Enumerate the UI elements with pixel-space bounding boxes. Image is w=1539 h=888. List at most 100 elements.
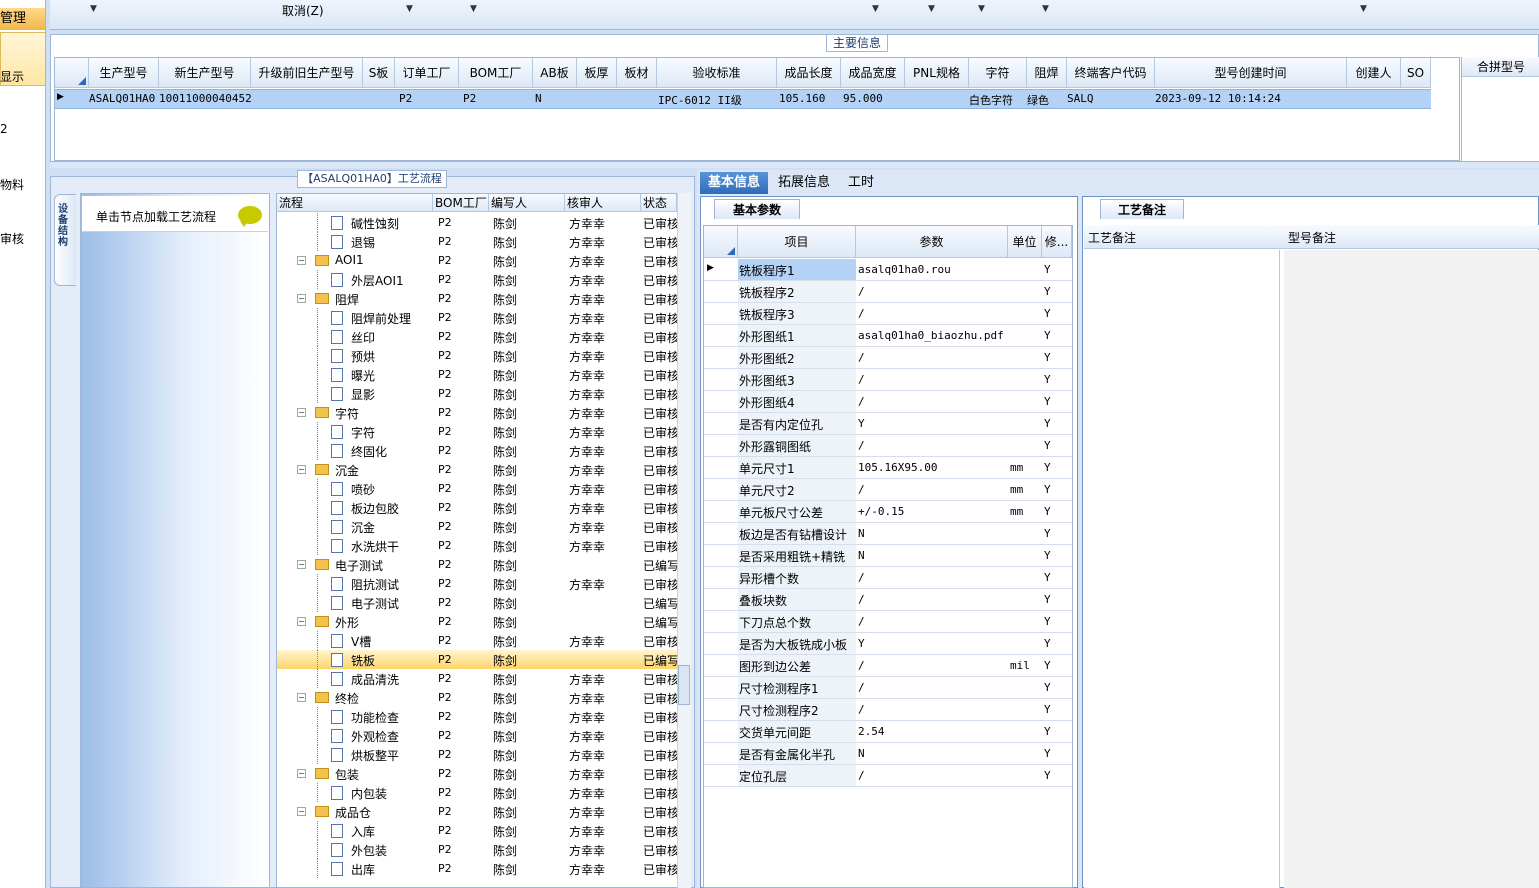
param-row[interactable]: 板边是否有钻槽设计 N Y <box>704 523 1072 545</box>
column-header[interactable]: BOM工厂 <box>459 58 533 88</box>
column-header[interactable]: 创建人 <box>1347 58 1401 88</box>
tree-row[interactable]: 喷砂 P2 陈剑 方幸幸 已审核 <box>277 479 677 498</box>
param-row[interactable]: 铣板程序2 / Y <box>704 281 1072 303</box>
param-modifiable[interactable]: Y <box>1044 571 1051 584</box>
param-modifiable[interactable]: Y <box>1044 505 1051 518</box>
param-row[interactable]: 是否有金属化半孔 N Y <box>704 743 1072 765</box>
tab-extended-info[interactable]: 拓展信息 <box>770 172 838 194</box>
param-modifiable[interactable]: Y <box>1044 615 1051 628</box>
param-modifiable[interactable]: Y <box>1044 461 1051 474</box>
tree-row[interactable]: − 字符 P2 陈剑 方幸幸 已审核 <box>277 403 677 422</box>
left-nav-item[interactable]: 物料 <box>0 176 24 193</box>
param-unit[interactable]: mm <box>1010 483 1023 496</box>
collapse-icon[interactable]: − <box>297 256 306 265</box>
cell[interactable]: SALQ <box>1067 92 1094 105</box>
tree-row[interactable]: 入库 P2 陈剑 方幸幸 已审核 <box>277 821 677 840</box>
param-row[interactable]: ▶ 铣板程序1 asalq01ha0.rou Y <box>704 259 1072 281</box>
param-modifiable[interactable]: Y <box>1044 439 1051 452</box>
cell[interactable]: P2 <box>463 92 476 105</box>
param-unit[interactable]: mil <box>1010 659 1030 672</box>
param-row[interactable]: 外形图纸4 / Y <box>704 391 1072 413</box>
cell[interactable]: P2 <box>399 92 412 105</box>
tree-row[interactable]: 外层AOI1 P2 陈剑 方幸幸 已审核 <box>277 270 677 289</box>
column-header[interactable]: 修... <box>1042 226 1072 258</box>
tree-row[interactable]: 电子测试 P2 陈剑 已编写 <box>277 593 677 612</box>
param-value[interactable]: N <box>858 527 865 540</box>
param-value[interactable]: N <box>858 747 865 760</box>
dropdown-arrow-icon[interactable]: ▼ <box>90 4 97 14</box>
tree-row[interactable]: − 终检 P2 陈剑 方幸幸 已审核 <box>277 688 677 707</box>
param-row[interactable]: 铣板程序3 / Y <box>704 303 1072 325</box>
param-row[interactable]: 定位孔层 / Y <box>704 765 1072 787</box>
tree-row[interactable]: 丝印 P2 陈剑 方幸幸 已审核 <box>277 327 677 346</box>
collapse-icon[interactable]: − <box>297 294 306 303</box>
column-header[interactable]: 阻焊 <box>1027 58 1067 88</box>
param-value[interactable]: / <box>858 395 865 408</box>
tree-row[interactable]: 功能检查 P2 陈剑 方幸幸 已审核 <box>277 707 677 726</box>
param-value[interactable]: asalq01ha0.rou <box>858 263 951 276</box>
param-row[interactable]: 图形到边公差 / mil Y <box>704 655 1072 677</box>
dropdown-arrow-icon[interactable]: ▼ <box>928 4 935 14</box>
column-header[interactable]: AB板 <box>533 58 577 88</box>
tree-scrollbar[interactable] <box>677 193 691 888</box>
collapse-icon[interactable]: − <box>297 807 306 816</box>
column-header[interactable]: 成品长度 <box>777 58 841 88</box>
column-header[interactable]: 板厚 <box>577 58 617 88</box>
column-header[interactable]: 板材 <box>617 58 657 88</box>
column-header[interactable]: 订单工厂 <box>395 58 459 88</box>
dropdown-arrow-icon[interactable]: ▼ <box>978 4 985 14</box>
param-modifiable[interactable]: Y <box>1044 373 1051 386</box>
left-nav-item[interactable]: 审核 <box>0 230 24 247</box>
tree-row[interactable]: 板边包胶 P2 陈剑 方幸幸 已审核 <box>277 498 677 517</box>
column-header[interactable]: 编写人 <box>489 194 565 212</box>
tree-row[interactable]: 预烘 P2 陈剑 方幸幸 已审核 <box>277 346 677 365</box>
cell[interactable]: 95.000 <box>843 92 883 105</box>
tree-row[interactable]: 外观检查 P2 陈剑 方幸幸 已审核 <box>277 726 677 745</box>
tree-row[interactable]: 沉金 P2 陈剑 方幸幸 已审核 <box>277 517 677 536</box>
param-row[interactable]: 异形槽个数 / Y <box>704 567 1072 589</box>
tree-row[interactable]: 内包装 P2 陈剑 方幸幸 已审核 <box>277 783 677 802</box>
tree-row[interactable]: 退锡 P2 陈剑 方幸幸 已审核 <box>277 232 677 251</box>
collapse-icon[interactable]: − <box>297 408 306 417</box>
tree-row[interactable]: 阻抗测试 P2 陈剑 方幸幸 已审核 <box>277 574 677 593</box>
param-row[interactable]: 下刀点总个数 / Y <box>704 611 1072 633</box>
column-header[interactable]: 生产型号 <box>89 58 159 88</box>
tree-row[interactable]: 成品清洗 P2 陈剑 方幸幸 已审核 <box>277 669 677 688</box>
param-value[interactable]: N <box>858 549 865 562</box>
process-notes-field[interactable] <box>1084 250 1280 888</box>
param-row[interactable]: 单元板尺寸公差 +/-0.15 mm Y <box>704 501 1072 523</box>
param-modifiable[interactable]: Y <box>1044 659 1051 672</box>
param-row[interactable]: 是否有内定位孔 Y Y <box>704 413 1072 435</box>
tree-row[interactable]: 阻焊前处理 P2 陈剑 方幸幸 已审核 <box>277 308 677 327</box>
param-row[interactable]: 叠板块数 / Y <box>704 589 1072 611</box>
tree-row[interactable]: − 沉金 P2 陈剑 方幸幸 已审核 <box>277 460 677 479</box>
tree-row[interactable]: 铣板 P2 陈剑 已编写 <box>277 650 677 669</box>
param-value[interactable]: / <box>858 615 865 628</box>
tree-row[interactable]: − 外形 P2 陈剑 已编写 <box>277 612 677 631</box>
column-header[interactable]: 型号创建时间 <box>1155 58 1347 88</box>
param-modifiable[interactable]: Y <box>1044 417 1051 430</box>
param-value[interactable]: / <box>858 571 865 584</box>
column-header[interactable]: 字符 <box>969 58 1027 88</box>
param-modifiable[interactable]: Y <box>1044 483 1051 496</box>
collapse-icon[interactable]: − <box>297 617 306 626</box>
column-header[interactable]: S板 <box>363 58 395 88</box>
dropdown-arrow-icon[interactable]: ▼ <box>1360 4 1367 14</box>
param-row[interactable]: 单元尺寸1 105.16X95.00 mm Y <box>704 457 1072 479</box>
param-value[interactable]: / <box>858 373 865 386</box>
param-modifiable[interactable]: Y <box>1044 769 1051 782</box>
tree-row[interactable]: 外包装 P2 陈剑 方幸幸 已审核 <box>277 840 677 859</box>
model-notes-column[interactable]: 型号备注 <box>1288 229 1336 246</box>
tree-row[interactable]: − 成品仓 P2 陈剑 方幸幸 已审核 <box>277 802 677 821</box>
tree-row[interactable]: − 包装 P2 陈剑 方幸幸 已审核 <box>277 764 677 783</box>
column-header[interactable]: 流程 <box>277 194 433 212</box>
column-header[interactable]: 终端客户代码 <box>1067 58 1155 88</box>
cell[interactable]: 10011000040452 <box>159 92 252 105</box>
param-value[interactable]: asalq01ha0_biaozhu.pdf <box>858 329 1004 342</box>
tree-row[interactable]: V槽 P2 陈剑 方幸幸 已审核 <box>277 631 677 650</box>
tab-work-hours[interactable]: 工时 <box>840 172 882 194</box>
column-header[interactable]: 验收标准 <box>657 58 777 88</box>
param-row[interactable]: 单元尺寸2 / mm Y <box>704 479 1072 501</box>
param-modifiable[interactable]: Y <box>1044 637 1051 650</box>
dropdown-arrow-icon[interactable]: ▼ <box>872 4 879 14</box>
